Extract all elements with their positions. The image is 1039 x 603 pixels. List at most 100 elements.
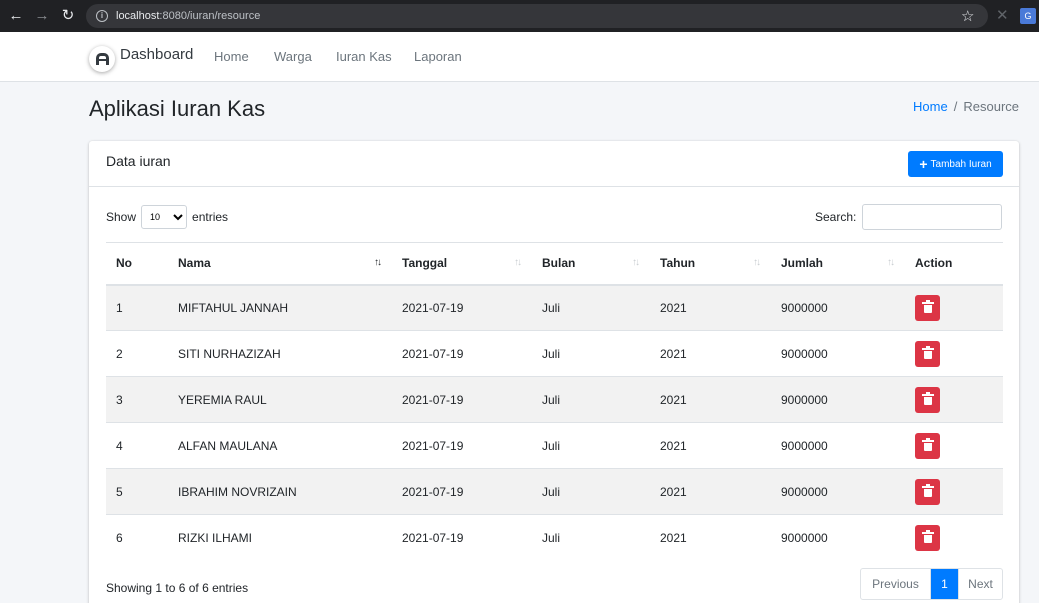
- translate-extension-icon[interactable]: G: [1020, 8, 1036, 24]
- cell-tahun: 2021: [650, 422, 771, 469]
- cell-tahun: 2021: [650, 330, 771, 377]
- cell-no: 6: [106, 514, 168, 561]
- column-header-no[interactable]: No: [106, 242, 168, 286]
- url-host: localhost: [116, 10, 160, 22]
- cell-tanggal: 2021-07-19: [392, 376, 532, 423]
- cell-tahun: 2021: [650, 284, 771, 331]
- cell-bulan: Juli: [532, 468, 650, 515]
- extension-x-icon[interactable]: ✕: [996, 6, 1009, 24]
- pagination-next[interactable]: Next: [958, 569, 1002, 599]
- table-row: 3 YEREMIA RAUL 2021-07-19 Juli 2021 9000000: [106, 376, 1003, 423]
- browser-toolbar: ← → ↻ i localhost:8080/iuran/resource ☆ …: [0, 0, 1039, 32]
- page-title: Aplikasi Iuran Kas: [89, 96, 266, 121]
- info-icon[interactable]: i: [96, 10, 108, 22]
- reload-icon[interactable]: ↻: [55, 0, 81, 32]
- column-header-tahun[interactable]: Tahun ↑↓: [650, 242, 771, 286]
- cell-action: [905, 376, 1003, 423]
- delete-button[interactable]: [915, 294, 940, 321]
- sort-ascending-icon: ↑↓: [374, 257, 382, 268]
- pagination-page-1[interactable]: 1: [931, 569, 958, 599]
- breadcrumb: Home / Resource: [913, 99, 1019, 114]
- cell-nama: SITI NURHAZIZAH: [168, 330, 392, 377]
- cell-nama: YEREMIA RAUL: [168, 376, 392, 423]
- back-icon[interactable]: ←: [3, 0, 29, 32]
- entries-length-select[interactable]: 10: [141, 205, 188, 229]
- cell-jumlah: 9000000: [771, 284, 905, 331]
- table-row: 5 IBRAHIM NOVRIZAIN 2021-07-19 Juli 2021 9000…: [106, 468, 1003, 515]
- bookmark-star-icon[interactable]: ☆: [961, 7, 974, 25]
- trash-icon: [921, 437, 934, 451]
- cell-jumlah: 9000000: [771, 468, 905, 515]
- nav-link-warga[interactable]: Warga: [274, 49, 312, 64]
- sort-icon: ↑↓: [632, 257, 640, 268]
- table-row: 6 RIZKI ILHAMI 2021-07-19 Juli 2021 9000000: [106, 514, 1003, 561]
- cell-tahun: 2021: [650, 514, 771, 561]
- delete-button[interactable]: [915, 386, 940, 413]
- show-label: Show: [106, 210, 137, 224]
- cell-jumlah: 9000000: [771, 376, 905, 423]
- cell-action: [905, 330, 1003, 377]
- nav-link-laporan[interactable]: Laporan: [414, 49, 462, 64]
- nav-link-home[interactable]: Home: [214, 49, 249, 64]
- cell-tahun: 2021: [650, 376, 771, 423]
- pagination-previous[interactable]: Previous: [861, 569, 931, 599]
- trash-icon: [921, 483, 934, 497]
- entries-label: entries: [192, 210, 229, 224]
- sort-icon: ↑↓: [514, 257, 522, 268]
- delete-button[interactable]: [915, 478, 940, 505]
- data-card: Data iuran + Tambah Iuran Show 10 entrie…: [89, 141, 1019, 603]
- cell-nama: RIZKI ILHAMI: [168, 514, 392, 561]
- cell-jumlah: 9000000: [771, 330, 905, 377]
- table-row: 2 SITI NURHAZIZAH 2021-07-19 Juli 2021 900000…: [106, 330, 1003, 377]
- brand-logo[interactable]: [89, 46, 115, 72]
- breadcrumb-current: Resource: [963, 99, 1019, 114]
- column-header-action: Action: [905, 242, 1003, 286]
- cell-no: 2: [106, 330, 168, 377]
- trash-icon: [921, 345, 934, 359]
- cell-no: 4: [106, 422, 168, 469]
- trash-icon: [921, 299, 934, 313]
- cell-tanggal: 2021-07-19: [392, 468, 532, 515]
- cell-action: [905, 468, 1003, 515]
- cell-bulan: Juli: [532, 284, 650, 331]
- plus-icon: +: [919, 156, 928, 172]
- trash-icon: [921, 391, 934, 405]
- url-path: :8080/iuran/resource: [159, 10, 261, 22]
- sort-icon: ↑↓: [753, 257, 761, 268]
- table-info: Showing 1 to 6 of 6 entries: [106, 581, 249, 595]
- nav-link-iuran-kas[interactable]: Iuran Kas: [336, 49, 392, 64]
- table-body: 1 MIFTAHUL JANNAH 2021-07-19 Juli 2021 900000…: [106, 284, 1003, 561]
- brand-text[interactable]: Dashboard: [120, 46, 193, 63]
- pagination: Previous 1 Next: [860, 568, 1003, 600]
- cell-bulan: Juli: [532, 330, 650, 377]
- forward-icon[interactable]: →: [29, 0, 55, 32]
- card-title: Data iuran: [106, 153, 171, 169]
- cell-bulan: Juli: [532, 514, 650, 561]
- cell-nama: MIFTAHUL JANNAH: [168, 284, 392, 331]
- delete-button[interactable]: [915, 432, 940, 459]
- delete-button[interactable]: [915, 340, 940, 367]
- cell-no: 5: [106, 468, 168, 515]
- delete-button[interactable]: [915, 524, 940, 551]
- add-iuran-button[interactable]: + Tambah Iuran: [908, 151, 1003, 177]
- cell-bulan: Juli: [532, 422, 650, 469]
- column-header-tanggal[interactable]: Tanggal ↑↓: [392, 242, 532, 286]
- breadcrumb-home[interactable]: Home: [913, 99, 948, 114]
- address-bar[interactable]: i localhost:8080/iuran/resource: [86, 4, 988, 28]
- table-row: 1 MIFTAHUL JANNAH 2021-07-19 Juli 2021 900000…: [106, 284, 1003, 331]
- cell-tanggal: 2021-07-19: [392, 330, 532, 377]
- cell-nama: ALFAN MAULANA: [168, 422, 392, 469]
- column-header-bulan[interactable]: Bulan ↑↓: [532, 242, 650, 286]
- table-row: 4 ALFAN MAULANA 2021-07-19 Juli 2021 9000000: [106, 422, 1003, 469]
- iuran-table: No Nama ↑↓ Tanggal ↑↓ Bulan ↑↓ Tahun ↑↓ Juml…: [106, 242, 1003, 561]
- trash-icon: [921, 529, 934, 543]
- cell-tanggal: 2021-07-19: [392, 514, 532, 561]
- cell-action: [905, 284, 1003, 331]
- column-header-jumlah[interactable]: Jumlah ↑↓: [771, 242, 905, 286]
- cell-nama: IBRAHIM NOVRIZAIN: [168, 468, 392, 515]
- column-header-nama[interactable]: Nama ↑↓: [168, 242, 392, 286]
- cell-action: [905, 422, 1003, 469]
- search-input[interactable]: [862, 204, 1003, 230]
- top-navbar: Dashboard Home Warga Iuran Kas Laporan: [0, 32, 1039, 82]
- cell-jumlah: 9000000: [771, 422, 905, 469]
